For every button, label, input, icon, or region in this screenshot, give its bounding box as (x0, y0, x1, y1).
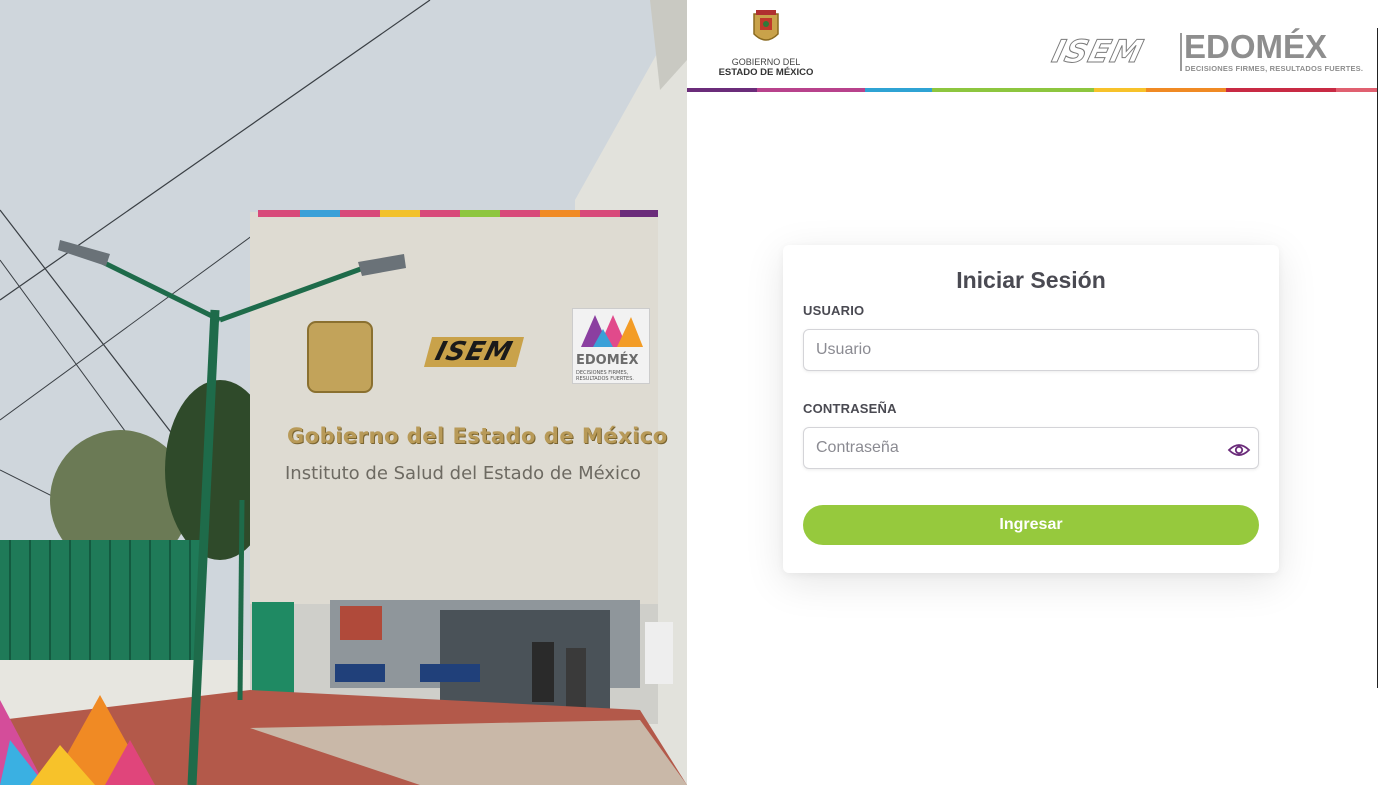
eye-icon[interactable] (1227, 440, 1251, 460)
wall-subtitle: Instituto de Salud del Estado de México (285, 463, 641, 484)
login-title: Iniciar Sesión (956, 267, 1106, 293)
color-bar-segment (1336, 88, 1377, 92)
logo-divider (1180, 33, 1182, 71)
login-button[interactable]: Ingresar (803, 505, 1259, 545)
edomex-wall-label: EDOMÉX (576, 353, 639, 368)
edomex-tagline: DECISIONES FIRMES, RESULTADOS FUERTES. (1185, 64, 1364, 73)
isem-logo: ISEM (1048, 34, 1148, 71)
password-input[interactable] (803, 427, 1259, 469)
gov-line1: GOBIERNO DEL (731, 57, 801, 67)
color-bar-segment (1226, 88, 1336, 92)
edomex-wall-tagline: DECISIONES FIRMES, RESULTADOS FUERTES. (576, 370, 634, 382)
color-bar-segment (1146, 88, 1226, 92)
isem-wall-sign: ISEM (423, 337, 525, 367)
gobierno-logo: GOBIERNO DEL ESTADO DE MÉXICO (711, 8, 821, 78)
isem-logo-text: ISEM (1048, 34, 1148, 71)
wall-title: Gobierno del Estado de México (287, 424, 668, 448)
password-label: CONTRASEÑA (803, 401, 897, 416)
scrollbar-track[interactable] (1377, 28, 1378, 688)
edomex-wall-sign: EDOMÉX DECISIONES FIRMES, RESULTADOS FUE… (572, 308, 650, 384)
color-bar-segment (687, 88, 757, 92)
edomex-m-icon (581, 315, 643, 347)
building-illustration (0, 0, 687, 785)
edomex-logo: EDOMÉX (1184, 28, 1328, 65)
header: GOBIERNO DEL ESTADO DE MÉXICO ISEM EDOMÉ… (687, 0, 1377, 92)
color-bar (687, 88, 1377, 92)
login-panel: GOBIERNO DEL ESTADO DE MÉXICO ISEM EDOMÉ… (687, 0, 1379, 785)
color-bar-segment (757, 88, 865, 92)
show-password-icon (1227, 444, 1251, 456)
building-photo: ISEM EDOMÉX DECISIONES FIRMES, RESULTADO… (0, 0, 687, 785)
color-bar-segment (865, 88, 932, 92)
login-page: ISEM EDOMÉX DECISIONES FIRMES, RESULTADO… (0, 0, 1379, 785)
gov-line2: ESTADO DE MÉXICO (718, 67, 814, 78)
user-label: USUARIO (803, 303, 865, 318)
color-bar-segment (932, 88, 1094, 92)
color-bar-segment (1094, 88, 1146, 92)
user-input[interactable] (803, 329, 1259, 371)
coat-of-arms-icon (753, 10, 779, 41)
login-card: Iniciar Sesión USUARIO CONTRASEÑA Ingres… (783, 245, 1279, 573)
